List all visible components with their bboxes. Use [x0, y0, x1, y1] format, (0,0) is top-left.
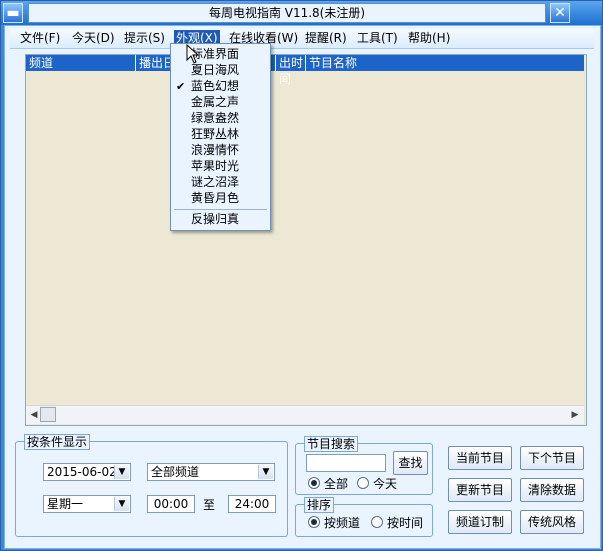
menu-tools[interactable]: 工具(T) — [355, 30, 400, 46]
radio-sort-channel[interactable]: 按频道 — [308, 516, 360, 530]
radio-off-icon[interactable] — [371, 516, 383, 528]
menu-today[interactable]: 今天(D) — [70, 30, 117, 46]
chevron-down-icon[interactable]: ▼ — [258, 465, 273, 479]
scroll-left-icon[interactable]: ◀ — [28, 409, 40, 421]
back-to-basics-item[interactable]: 反操归真 — [171, 212, 270, 227]
radio-search-today[interactable]: 今天 — [357, 477, 397, 491]
filter-group-title: 按条件显示 — [24, 434, 91, 450]
column-program-name[interactable]: 节目名称 — [306, 55, 584, 71]
skin-item[interactable]: 夏日海风 — [171, 63, 270, 78]
search-group-title: 节目搜索 — [304, 436, 359, 452]
menu-bar: 文件(F) 今天(D) 提示(S) 外观(X) 在线收看(W) 提醒(R) 工具… — [10, 29, 594, 49]
skin-item[interactable]: 狂野丛林 — [171, 127, 270, 142]
radio-on-icon[interactable] — [308, 477, 320, 489]
chevron-down-icon[interactable]: ▼ — [114, 497, 129, 511]
scroll-thumb[interactable] — [40, 407, 56, 422]
sort-group: 排序 按频道 按时间 — [295, 497, 433, 537]
menu-separator — [174, 209, 267, 210]
close-button[interactable]: ✕ — [550, 3, 570, 23]
skin-label: 谜之沼泽 — [191, 175, 240, 189]
menu-reminder[interactable]: 提醒(R) — [303, 30, 349, 46]
skin-label: 狂野丛林 — [191, 127, 240, 141]
weekday-value: 星期一 — [47, 497, 84, 511]
window-title: 每周电视指南 V11.8(未注册) — [28, 3, 546, 23]
menu-help[interactable]: 帮助(H) — [406, 30, 452, 46]
skin-label: 反操归真 — [191, 212, 240, 226]
skin-label: 蓝色幻想 — [191, 79, 240, 93]
search-button[interactable]: 查找 — [393, 451, 428, 475]
time-to-field[interactable]: 24:00 — [228, 495, 276, 513]
classic-style-button[interactable]: 传统风格 — [520, 510, 584, 534]
client-area: 文件(F) 今天(D) 提示(S) 外观(X) 在线收看(W) 提醒(R) 工具… — [4, 25, 601, 549]
date-value: 2015-06-02 — [47, 465, 117, 479]
channel-subscribe-button[interactable]: 频道订制 — [448, 510, 512, 534]
appearance-dropdown-menu: 标准界面 夏日海风 ✔ 蓝色幻想 金属之声 绿意盎然 狂野丛林 浪漫情怀 苹果时光… — [170, 43, 271, 231]
minimize-button[interactable]: ▬ — [3, 3, 23, 23]
channel-value: 全部频道 — [151, 465, 200, 479]
radio-all-label: 全部 — [324, 477, 349, 491]
radio-on-icon[interactable] — [308, 516, 320, 528]
filter-group: 按条件显示 2015-06-02 ▼ 全部频道 ▼ 星期一 ▼ 00:00 至 … — [15, 434, 288, 537]
skin-item[interactable]: ✔ 蓝色幻想 — [171, 79, 270, 94]
sort-group-title: 排序 — [304, 497, 335, 513]
update-program-button[interactable]: 更新节目 — [448, 478, 512, 502]
current-program-button[interactable]: 当前节目 — [448, 446, 512, 470]
mouse-pointer-icon — [186, 44, 200, 64]
list-header: 频道 播出日 出时间 节目名称 — [26, 55, 584, 86]
column-channel[interactable]: 频道 — [26, 55, 136, 71]
checkmark-icon: ✔ — [176, 80, 186, 93]
skin-item[interactable]: 苹果时光 — [171, 159, 270, 174]
skin-item[interactable]: 谜之沼泽 — [171, 175, 270, 190]
channel-combo[interactable]: 全部频道 ▼ — [147, 463, 275, 481]
app-window: ▬ 每周电视指南 V11.8(未注册) ✕ 文件(F) 今天(D) 提示(S) … — [0, 0, 603, 551]
menu-tips[interactable]: 提示(S) — [122, 30, 167, 46]
radio-search-all[interactable]: 全部 — [308, 477, 348, 491]
time-to-label: 至 — [203, 498, 216, 512]
skin-item[interactable]: 绿意盎然 — [171, 111, 270, 126]
skin-item[interactable]: 黄昏月色 — [171, 191, 270, 206]
skin-label: 浪漫情怀 — [191, 143, 240, 157]
skin-label: 夏日海风 — [191, 63, 240, 77]
radio-off-icon[interactable] — [357, 477, 369, 489]
search-input[interactable] — [306, 454, 386, 472]
weekday-combo[interactable]: 星期一 ▼ — [43, 495, 131, 513]
title-bar[interactable]: ▬ 每周电视指南 V11.8(未注册) ✕ — [1, 1, 602, 25]
radio-today-label: 今天 — [373, 477, 398, 491]
time-from-field[interactable]: 00:00 — [147, 495, 195, 513]
radio-channel-label: 按频道 — [324, 516, 361, 530]
skin-item[interactable]: 浪漫情怀 — [171, 143, 270, 158]
skin-label: 金属之声 — [191, 95, 240, 109]
skin-label: 绿意盎然 — [191, 111, 240, 125]
search-group: 节目搜索 查找 全部 今天 — [295, 436, 433, 495]
date-combo[interactable]: 2015-06-02 ▼ — [43, 463, 131, 481]
skin-label: 黄昏月色 — [191, 191, 240, 205]
skin-item[interactable]: 金属之声 — [171, 95, 270, 110]
clear-data-button[interactable]: 清除数据 — [520, 478, 584, 502]
scroll-right-icon[interactable]: ▶ — [569, 409, 581, 421]
radio-sort-time[interactable]: 按时间 — [371, 516, 423, 530]
column-air-time[interactable]: 出时间 — [276, 55, 306, 86]
menu-file[interactable]: 文件(F) — [18, 30, 62, 46]
program-list[interactable]: 频道 播出日 出时间 节目名称 ◀ ▶ — [25, 54, 587, 426]
skin-label: 苹果时光 — [191, 159, 240, 173]
horizontal-scrollbar[interactable]: ◀ ▶ — [26, 405, 584, 424]
radio-time-label: 按时间 — [387, 516, 424, 530]
chevron-down-icon[interactable]: ▼ — [114, 465, 129, 479]
next-program-button[interactable]: 下个节目 — [520, 446, 584, 470]
